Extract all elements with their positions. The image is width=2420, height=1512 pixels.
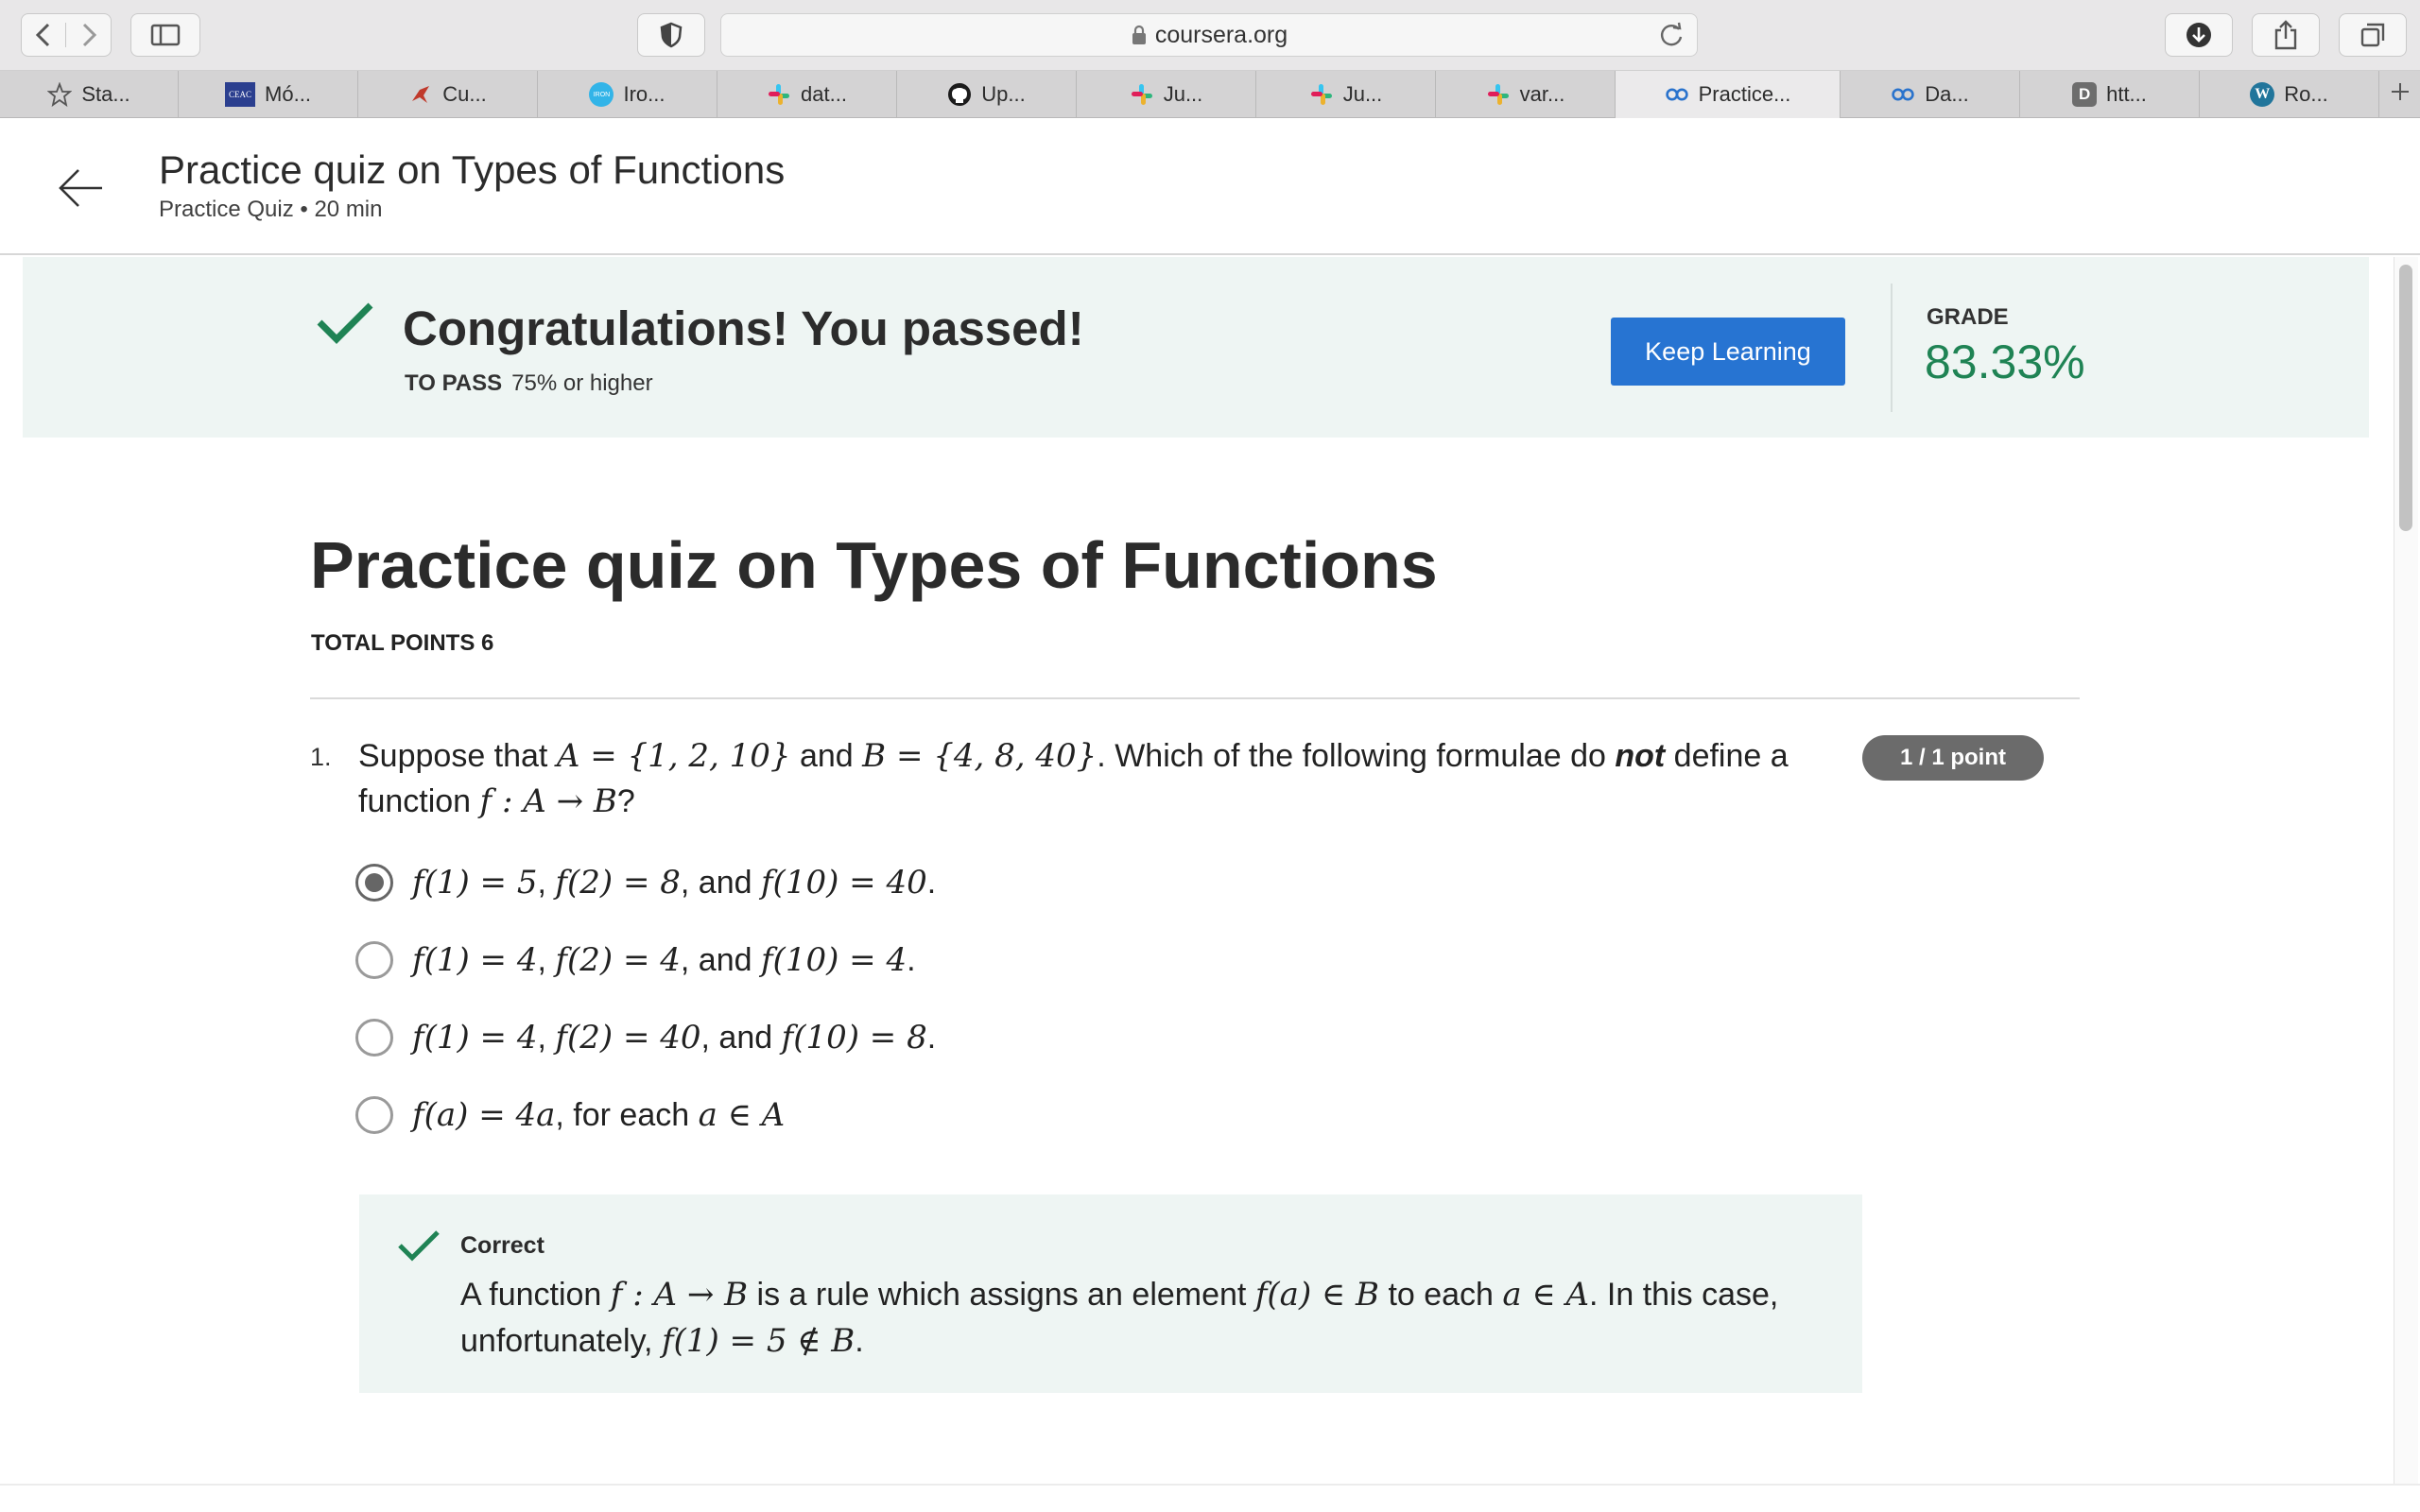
tabs-overview-icon [2360,23,2385,47]
wordpress-icon: W [2250,82,2275,107]
browser-tab[interactable]: Cu... [358,71,538,118]
sidebar-toggle-button[interactable] [130,13,200,57]
feedback-text: A function f : A → B is a rule which ass… [460,1276,1779,1360]
page-subtitle: Practice Quiz • 20 min [159,197,383,222]
plus-icon [2389,80,2411,109]
grade-value: 83.33% [1925,335,2085,388]
back-forward-group [21,13,112,57]
pass-message: Congratulations! You passed! [403,301,1084,355]
keep-learning-button[interactable]: Keep Learning [1611,318,1845,386]
coursera-icon [1891,82,1915,107]
browser-tab[interactable]: Ju... [1256,71,1436,118]
show-tabs-button[interactable] [2339,13,2407,57]
github-icon [947,82,972,107]
answer-option[interactable]: f(1) = 5, f(2) = 8, and f(10) = 40. [355,859,936,906]
browser-tab[interactable]: IRON Iro... [538,71,717,118]
divider [1891,284,1893,412]
browser-tab[interactable]: Dhtt... [2020,71,2200,118]
divider [0,1484,2420,1486]
slack-icon [1486,82,1511,107]
ironhack-favicon: IRON [589,82,614,107]
checkmark-icon [316,300,374,350]
url-text: coursera.org [1154,21,1288,48]
browser-tab-strip: Sta... CEAC Mó... Cu... IRON Iro... dat...… [0,71,2420,118]
grade-label: GRADE [1927,304,2009,330]
browser-back-icon[interactable] [22,23,67,47]
address-bar[interactable]: coursera.org [720,13,1698,57]
shield-icon [660,22,683,48]
checkmark-icon [397,1228,441,1267]
coursera-icon [1665,82,1689,107]
d-favicon: D [2072,82,2098,107]
question-number: 1. [310,743,332,771]
question-text: Suppose that A = {1, 2, 10} and B = {4, … [358,737,1789,820]
browser-tab[interactable]: Sta... [0,71,179,118]
answer-option[interactable]: f(a) = 4a, for each a ∈ A [355,1091,785,1139]
divider [310,697,2080,699]
browser-tab[interactable]: Ju... [1077,71,1256,118]
radio-button[interactable] [355,1019,393,1057]
browser-toolbar: coursera.org [0,0,2420,71]
browser-tab[interactable]: dat... [717,71,897,118]
browser-tab-active[interactable]: Practice... [1616,71,1841,118]
radio-button-selected[interactable] [355,864,393,902]
reload-icon[interactable] [1659,22,1684,55]
points-badge: 1 / 1 point [1862,735,2044,781]
result-banner: Congratulations! You passed! TO PASS 75% … [23,257,2369,438]
scrollbar-thumb[interactable] [2399,265,2412,531]
slack-icon [1130,82,1154,107]
total-points: TOTAL POINTS 6 [311,630,494,656]
radio-button[interactable] [355,941,393,979]
answer-option[interactable]: f(1) = 4, f(2) = 40, and f(10) = 8. [355,1014,936,1061]
quiz-title: Practice quiz on Types of Functions [310,528,1438,602]
feedback-label: Correct [460,1232,544,1259]
answer-option[interactable]: f(1) = 4, f(2) = 4, and f(10) = 4. [355,936,916,984]
browser-tab[interactable]: var... [1436,71,1616,118]
new-tab-button[interactable] [2379,71,2420,118]
browser-tab[interactable]: W Ro... [2200,71,2379,118]
download-icon [2187,23,2211,47]
lock-icon [1132,25,1146,44]
ceac-favicon: CEAC [225,82,256,107]
quiz-header: Practice quiz on Types of Functions Prac… [0,119,2420,255]
feedback-box: Correct A function f : A → B is a rule w… [359,1194,1862,1393]
browser-tab[interactable]: CEAC Mó... [179,71,358,118]
browser-forward-icon[interactable] [66,23,111,47]
back-arrow-icon[interactable] [55,163,106,214]
sidebar-icon [150,24,181,46]
bird-favicon [408,82,433,107]
radio-button[interactable] [355,1096,393,1134]
browser-tab[interactable]: Da... [1841,71,2020,118]
share-icon [2274,20,2297,50]
pass-threshold: TO PASS 75% or higher [405,370,653,396]
downloads-button[interactable] [2165,13,2233,57]
slack-icon [767,82,791,107]
star-icon [47,82,73,107]
page-title: Practice quiz on Types of Functions [159,147,786,192]
browser-tab[interactable]: Up... [897,71,1077,118]
share-button[interactable] [2252,13,2320,57]
privacy-shield-button[interactable] [637,13,705,57]
slack-icon [1309,82,1334,107]
